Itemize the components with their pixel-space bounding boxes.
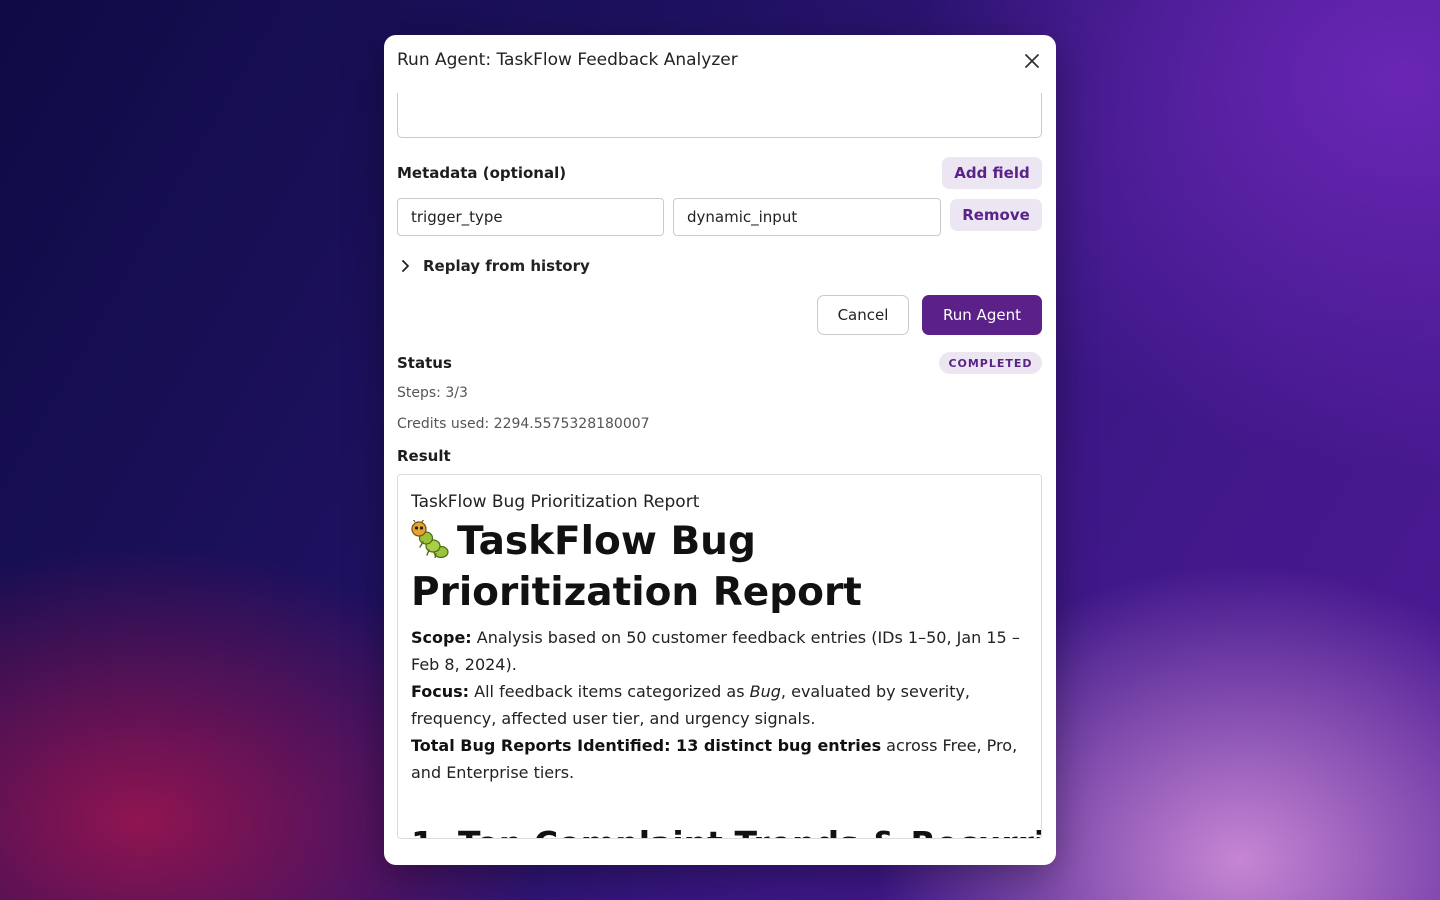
input-textarea[interactable] xyxy=(397,93,1042,138)
total-paragraph: Total Bug Reports Identified: 13 distinc… xyxy=(411,732,1031,786)
close-button[interactable] xyxy=(1020,49,1044,73)
replay-from-history-toggle[interactable]: Replay from history xyxy=(397,256,590,276)
result-heading-text: TaskFlow Bug Prioritization Report xyxy=(411,519,862,615)
focus-label: Focus: xyxy=(411,682,470,701)
result-heading: TaskFlow Bug Prioritization Report xyxy=(411,518,1031,616)
run-agent-button[interactable]: Run Agent xyxy=(922,295,1042,335)
result-doc-title: TaskFlow Bug Prioritization Report xyxy=(411,492,700,512)
scope-label: Scope: xyxy=(411,628,472,647)
run-agent-dialog: Run Agent: TaskFlow Feedback Analyzer Me… xyxy=(384,35,1056,865)
bug-icon xyxy=(411,518,451,569)
scope-text: Analysis based on 50 customer feedback e… xyxy=(411,628,1020,674)
section-heading: 1. Top Complaint Trends & Recurring xyxy=(411,824,1041,838)
dialog-title: Run Agent: TaskFlow Feedback Analyzer xyxy=(397,50,738,70)
result-label: Result xyxy=(397,447,451,465)
remove-field-button[interactable]: Remove xyxy=(950,199,1042,231)
replay-label: Replay from history xyxy=(423,257,590,275)
cancel-button[interactable]: Cancel xyxy=(817,295,909,335)
status-badge: COMPLETED xyxy=(939,352,1042,374)
focus-paragraph: Focus: All feedback items categorized as… xyxy=(411,678,1031,732)
steps-text: Steps: 3/3 xyxy=(397,385,468,401)
metadata-value-input[interactable]: dynamic_input xyxy=(673,198,941,236)
credits-text: Credits used: 2294.5575328180007 xyxy=(397,416,650,432)
add-field-button[interactable]: Add field xyxy=(942,157,1042,189)
focus-text-1: All feedback items categorized as xyxy=(469,682,750,701)
metadata-label: Metadata (optional) xyxy=(397,164,567,182)
chevron-right-icon xyxy=(397,258,413,274)
close-icon xyxy=(1025,54,1039,68)
result-panel[interactable]: TaskFlow Bug Prioritization Report TaskF… xyxy=(397,474,1042,839)
scope-paragraph: Scope: Analysis based on 50 customer fee… xyxy=(411,624,1031,678)
total-label: Total Bug Reports Identified: 13 distinc… xyxy=(411,736,882,755)
metadata-key-input[interactable]: trigger_type xyxy=(397,198,664,236)
status-label: Status xyxy=(397,354,452,372)
result-content: TaskFlow Bug Prioritization Report TaskF… xyxy=(411,492,1041,838)
dialog-header: Run Agent: TaskFlow Feedback Analyzer xyxy=(384,35,1056,91)
focus-emphasis: Bug xyxy=(749,682,781,701)
